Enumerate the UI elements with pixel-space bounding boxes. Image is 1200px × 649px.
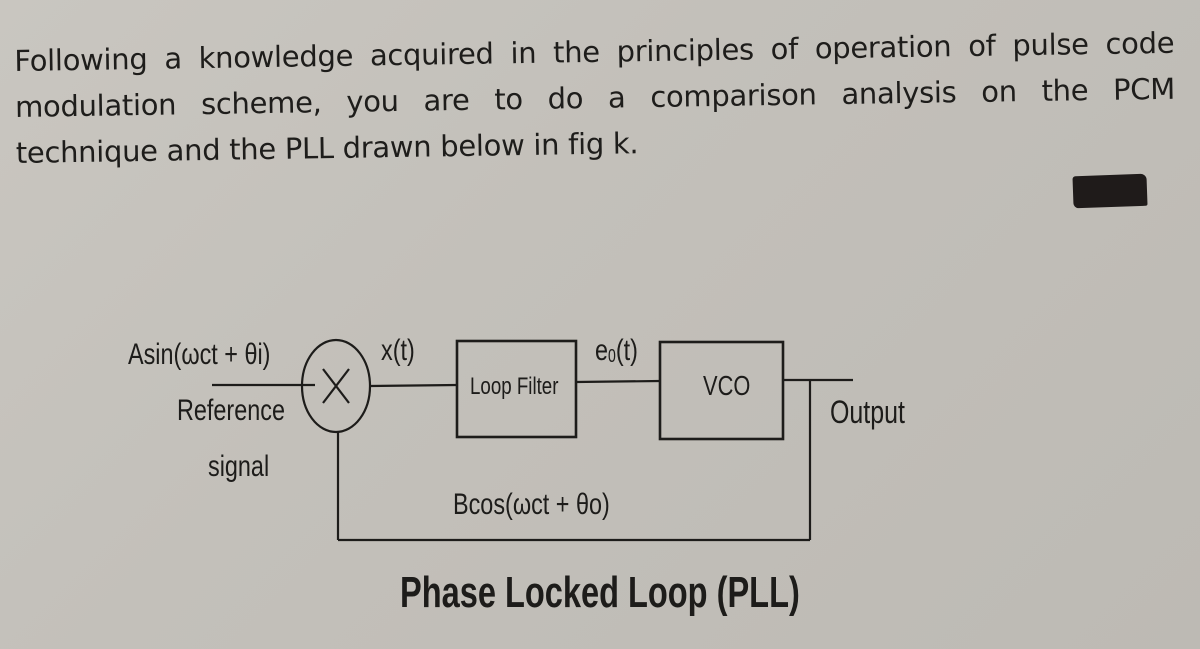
feedback-signal-label: Bcos(ωct + θo) [453, 488, 610, 521]
reference-label: Reference [177, 394, 285, 427]
filter-to-vco-wire [575, 379, 661, 384]
diagram-title: Phase Locked Loop (PLL) [400, 568, 800, 617]
vco-label: VCO [703, 370, 751, 401]
signal-label: signal [208, 450, 270, 483]
pll-diagram [212, 338, 853, 542]
filter-output-suffix: (t) [615, 334, 638, 367]
mixer-output-label: x(t) [381, 334, 415, 367]
output-label: Output [830, 394, 905, 430]
filter-output-subscript: 0 [608, 345, 616, 366]
filter-output-label: e0(t) [595, 334, 638, 368]
input-signal-label: Asin(ωct + θi) [128, 338, 271, 371]
loop-filter-label: Loop Filter [470, 373, 559, 400]
mixer-to-filter-wire [369, 383, 458, 388]
filter-output-base: e [595, 334, 609, 367]
